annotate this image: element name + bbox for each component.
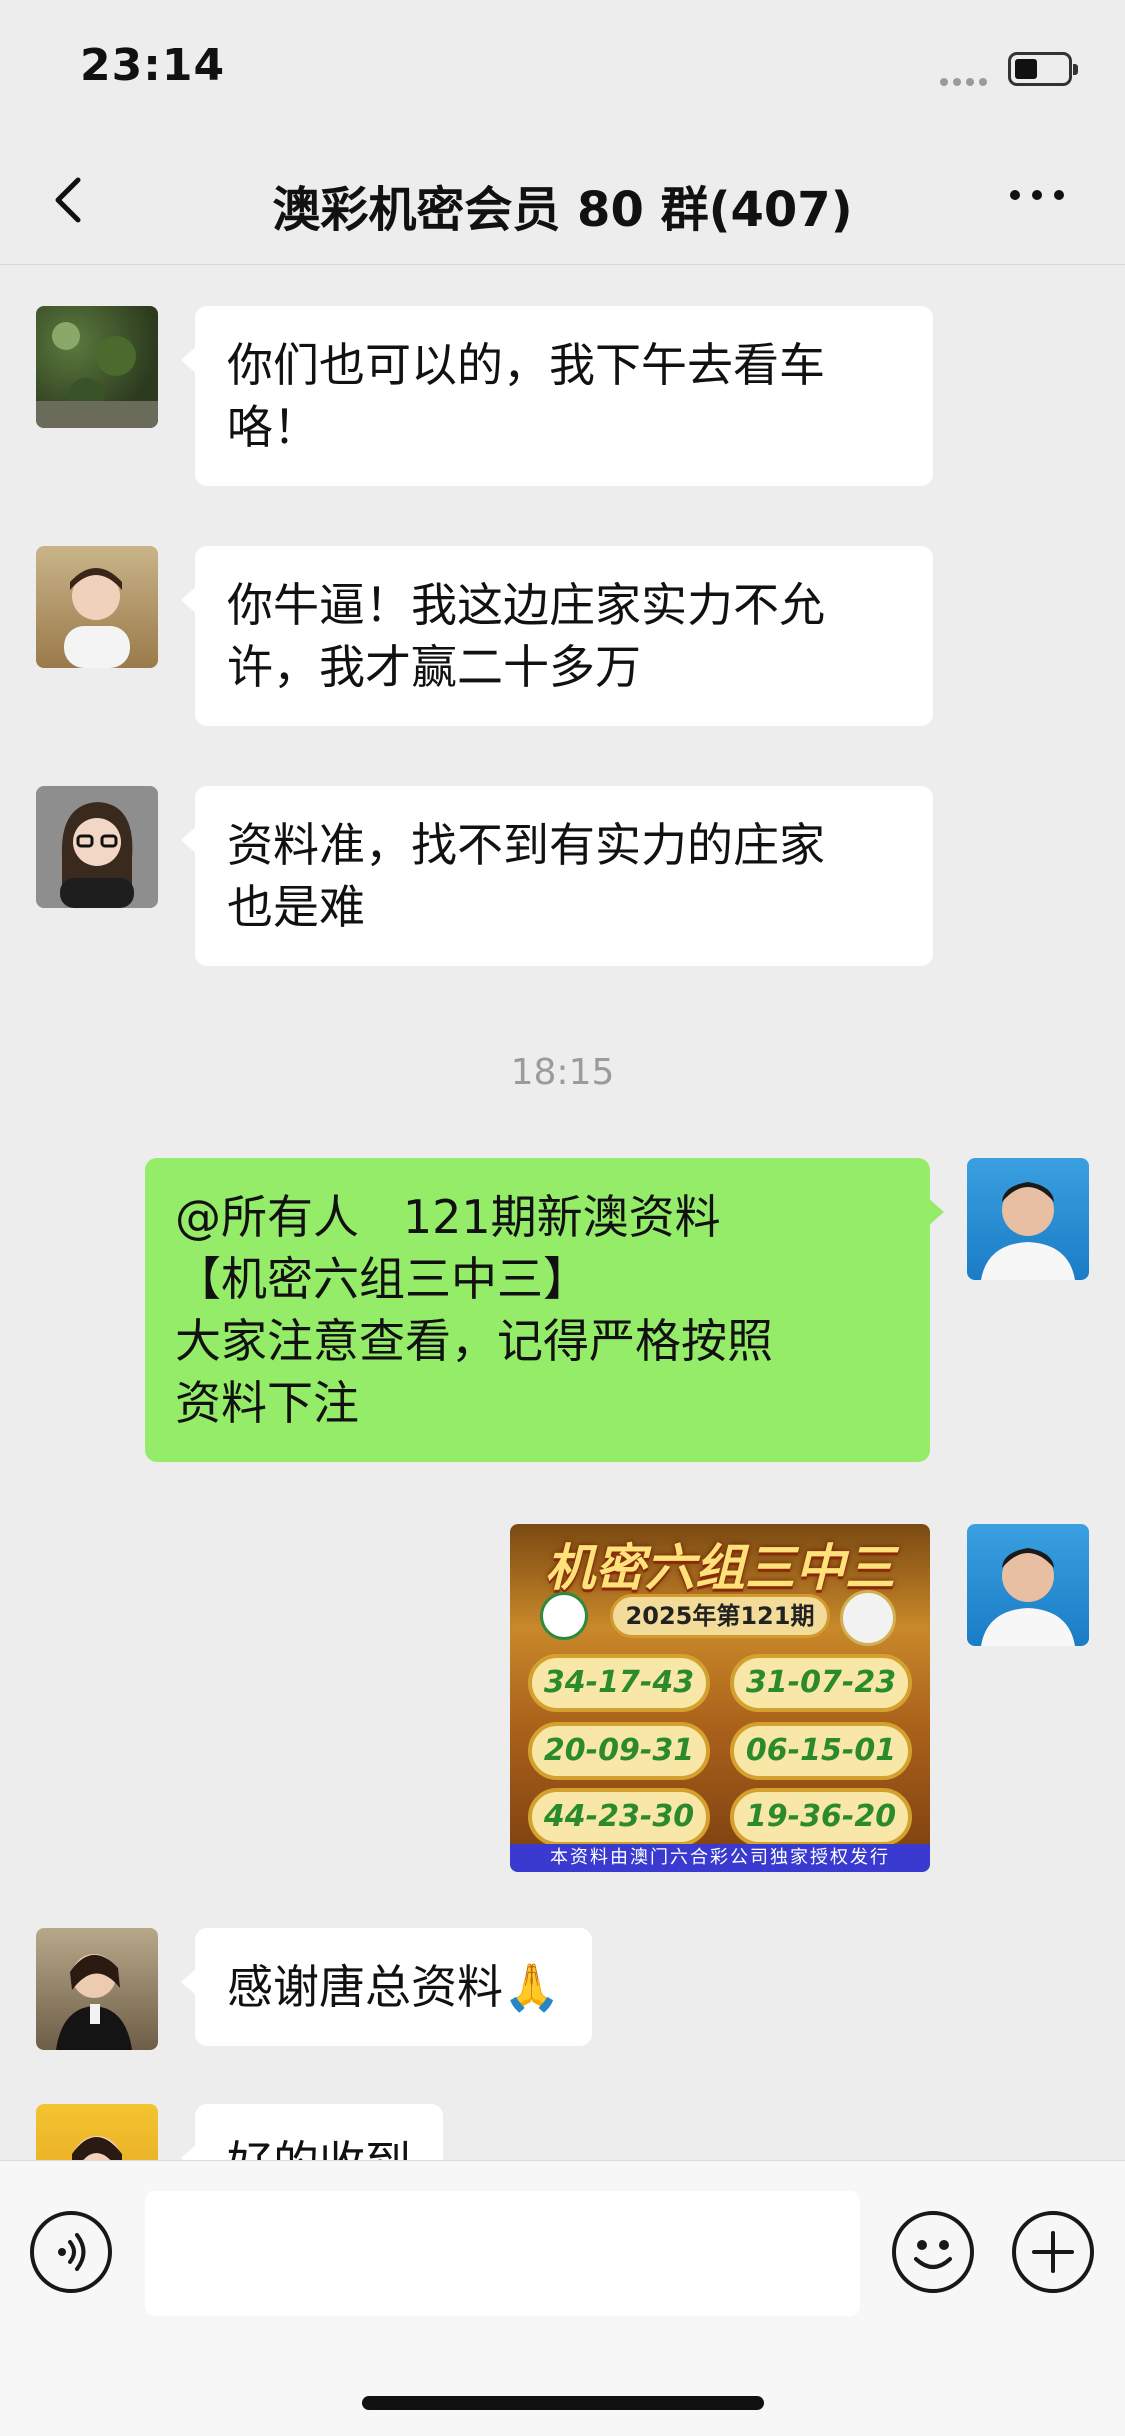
my-avatar[interactable]	[967, 1158, 1089, 1280]
emoji-icon[interactable]	[892, 2211, 974, 2293]
avatar[interactable]	[36, 546, 158, 668]
my-avatar[interactable]	[967, 1524, 1089, 1646]
message-text: 也是难	[227, 880, 365, 934]
chat-area[interactable]: 你们也可以的，我下午去看车 咯！ 你牛逼！我这边庄家实力不允 许，我才赢二十多万…	[0, 266, 1125, 2160]
message-bubble[interactable]: 资料准，找不到有实力的庄家 也是难	[181, 786, 933, 966]
input-bar	[0, 2160, 1125, 2436]
message-text: 咯！	[227, 400, 319, 454]
lottery-number: 31-07-23	[730, 1654, 912, 1712]
lottery-period: 2025年第121期	[610, 1594, 830, 1638]
voice-icon[interactable]	[30, 2211, 112, 2293]
status-time: 23:14	[80, 40, 226, 91]
message-text: 【机密六组三中三】	[175, 1252, 589, 1306]
message-bubble[interactable]: 好的收到	[181, 2104, 443, 2160]
lottery-image[interactable]: 机密六组三中三 2025年第121期 34-17-43 31-07-23 20-…	[510, 1524, 930, 1872]
lottery-number: 20-09-31	[528, 1722, 710, 1780]
lottery-number: 19-36-20	[730, 1788, 912, 1846]
message-input[interactable]	[145, 2191, 860, 2316]
nav-bar: 澳彩机密会员 80 群(407)	[0, 140, 1125, 265]
lottery-footer: 本资料由澳门六合彩公司独家授权发行	[510, 1844, 930, 1872]
lottery-logo-icon	[840, 1590, 896, 1646]
message-text: 好的收到	[227, 2132, 411, 2160]
status-bar: 23:14	[0, 0, 1125, 140]
plus-icon[interactable]	[1012, 2211, 1094, 2293]
avatar[interactable]	[36, 2104, 158, 2160]
message-text: 资料准，找不到有实力的庄家	[227, 818, 825, 872]
lottery-number: 44-23-30	[528, 1788, 710, 1846]
more-dots-icon[interactable]	[1010, 190, 1064, 200]
message-text: 感谢唐总资料🙏	[227, 1960, 561, 2014]
battery-icon	[1008, 52, 1078, 86]
message-bubble[interactable]: 感谢唐总资料🙏	[180, 1928, 593, 2046]
back-chevron-icon[interactable]	[40, 170, 100, 230]
lottery-number: 34-17-43	[528, 1654, 710, 1712]
message-text: 许，我才赢二十多万	[227, 640, 641, 694]
macau-emblem-icon	[540, 1592, 588, 1640]
chat-title: 澳彩机密会员 80 群(407)	[272, 182, 853, 238]
home-indicator	[362, 2396, 764, 2410]
avatar[interactable]	[36, 306, 158, 428]
avatar[interactable]	[36, 1928, 158, 2050]
signal-icon	[940, 78, 987, 86]
message-text: 你牛逼！我这边庄家实力不允	[227, 578, 825, 632]
message-text: @所有人 121期新澳资料	[175, 1190, 721, 1244]
message-bubble[interactable]: 你牛逼！我这边庄家实力不允 许，我才赢二十多万	[181, 546, 933, 726]
message-text: 大家注意查看，记得严格按照	[175, 1314, 773, 1368]
message-text: 资料下注	[175, 1376, 359, 1430]
message-text: 你们也可以的，我下午去看车	[227, 338, 825, 392]
message-bubble[interactable]: 你们也可以的，我下午去看车 咯！	[181, 306, 933, 486]
sent-message-bubble[interactable]: @所有人 121期新澳资料 【机密六组三中三】 大家注意查看，记得严格按照 资料…	[145, 1158, 944, 1462]
avatar[interactable]	[36, 786, 158, 908]
timestamp: 18:15	[510, 1052, 615, 1093]
lottery-number: 06-15-01	[730, 1722, 912, 1780]
